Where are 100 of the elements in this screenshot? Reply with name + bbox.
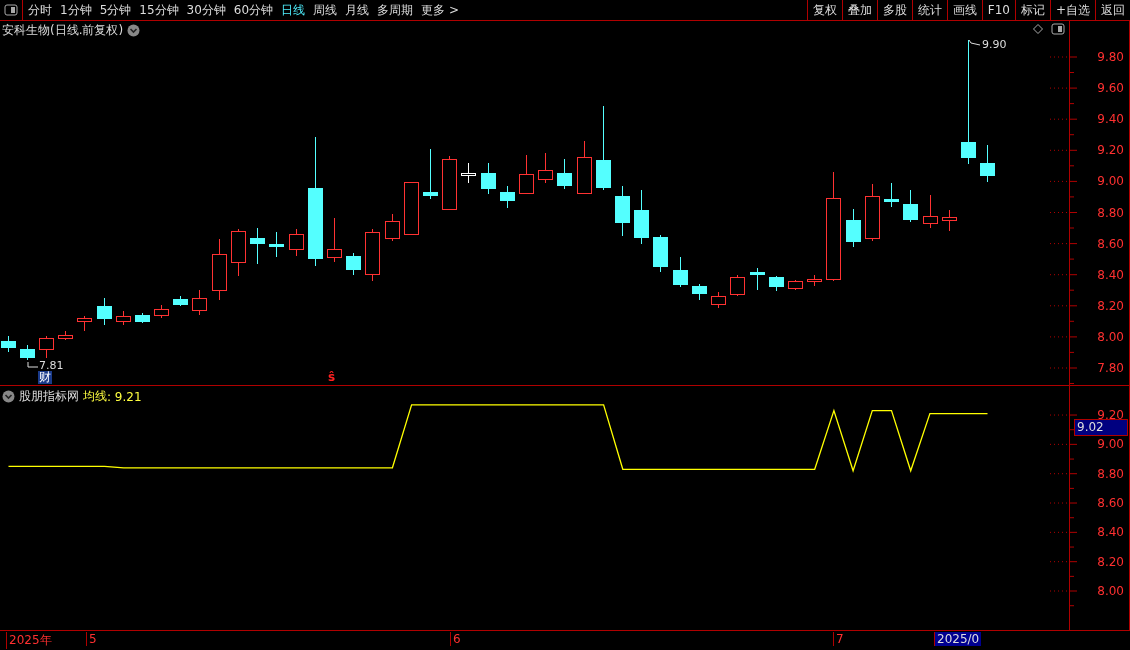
period-tab[interactable]: 分时 bbox=[25, 1, 55, 19]
period-tab[interactable]: 更多 > bbox=[418, 1, 462, 19]
candlestick bbox=[250, 227, 265, 265]
candlestick bbox=[365, 228, 380, 282]
candlestick bbox=[20, 344, 35, 361]
candlestick bbox=[231, 228, 246, 277]
axis-label: 8.80 bbox=[1097, 205, 1124, 220]
candlestick bbox=[692, 283, 707, 301]
axis-label: 8.20 bbox=[1097, 554, 1124, 569]
axis-label: 9.00 bbox=[1097, 174, 1124, 189]
toolbar-button[interactable]: 多股 bbox=[876, 0, 912, 20]
axis-label: 8.00 bbox=[1097, 329, 1124, 344]
axis-label: 8.00 bbox=[1097, 584, 1124, 598]
candlestick bbox=[116, 310, 131, 326]
series-name: 均线 bbox=[83, 388, 107, 405]
leader-line bbox=[968, 39, 981, 46]
candlestick bbox=[980, 144, 995, 183]
date-label: 2025年 bbox=[6, 632, 54, 649]
date-label: 2025/0 bbox=[934, 632, 982, 646]
leader-line bbox=[27, 361, 39, 368]
axis-label: 9.00 bbox=[1097, 437, 1124, 452]
panel-toggle-icon bbox=[4, 4, 18, 16]
date-label: 7 bbox=[833, 632, 846, 646]
candlestick bbox=[750, 267, 765, 291]
candlestick bbox=[788, 279, 803, 291]
axis-label: 9.40 bbox=[1097, 112, 1124, 127]
candlestick bbox=[192, 289, 207, 316]
candlestick bbox=[423, 148, 438, 200]
period-tab[interactable]: 15分钟 bbox=[136, 1, 182, 19]
period-tab[interactable]: 60分钟 bbox=[230, 1, 277, 19]
candlestick bbox=[442, 155, 457, 210]
date-label: 5 bbox=[86, 632, 99, 646]
candlestick bbox=[135, 312, 150, 324]
toolbar-button[interactable]: 统计 bbox=[911, 0, 947, 20]
period-tab[interactable]: 1分钟 bbox=[57, 1, 95, 19]
date-label: 6 bbox=[450, 632, 463, 646]
candlestick bbox=[519, 154, 534, 194]
candlestick bbox=[903, 189, 918, 223]
indicator-value: : 9.21 bbox=[107, 389, 142, 404]
candlestick bbox=[846, 208, 861, 248]
toolbar-button[interactable]: 画线 bbox=[946, 0, 982, 20]
candlestick bbox=[557, 158, 572, 190]
candlestick bbox=[653, 234, 668, 273]
candlestick bbox=[154, 304, 169, 319]
candlestick bbox=[711, 291, 726, 309]
period-tab[interactable]: 5分钟 bbox=[96, 1, 135, 19]
candlestick bbox=[58, 330, 73, 341]
toolbar-button[interactable]: 标记 bbox=[1014, 0, 1050, 20]
finance-marker[interactable]: 财 bbox=[38, 371, 52, 384]
candlestick bbox=[481, 162, 496, 195]
toolbar-button[interactable]: 复权 bbox=[806, 0, 842, 20]
candlestick bbox=[212, 238, 227, 301]
period-tab[interactable]: 30分钟 bbox=[183, 1, 229, 19]
price-label: 9.90 bbox=[982, 38, 1007, 51]
candlestick bbox=[884, 182, 899, 208]
chevron-down-icon bbox=[2, 390, 15, 403]
axis-label: 9.80 bbox=[1097, 50, 1124, 64]
candlestick bbox=[97, 297, 112, 326]
candlestick bbox=[1, 335, 16, 353]
candlestick bbox=[577, 140, 592, 194]
period-tab[interactable]: 月线 bbox=[342, 1, 373, 19]
axis-label: 7.80 bbox=[1097, 361, 1124, 375]
candlestick bbox=[538, 152, 553, 184]
price-label: 7.81 bbox=[39, 359, 64, 372]
axis-label: 9.20 bbox=[1097, 143, 1124, 158]
candlestick bbox=[269, 231, 284, 258]
toolbar-button[interactable]: 叠加 bbox=[841, 0, 877, 20]
candlestick bbox=[77, 315, 92, 332]
axis-label: 8.40 bbox=[1097, 267, 1124, 282]
candlestick bbox=[923, 194, 938, 229]
indicator-name: 股朋指标网 bbox=[19, 388, 79, 405]
candlestick bbox=[615, 185, 630, 237]
axis-label: 8.80 bbox=[1097, 466, 1124, 481]
period-tab[interactable]: 多周期 bbox=[374, 1, 417, 19]
candlestick bbox=[769, 275, 784, 292]
candlestick bbox=[730, 274, 745, 297]
toolbar-button[interactable]: 返回 bbox=[1095, 0, 1130, 20]
event-marker[interactable]: ŝ bbox=[328, 371, 336, 384]
toolbar-button[interactable]: +自选 bbox=[1049, 0, 1095, 20]
axis-label: 8.60 bbox=[1097, 496, 1124, 510]
axis-label: 9.60 bbox=[1097, 81, 1124, 96]
candlestick bbox=[500, 185, 515, 209]
period-tab[interactable]: 周线 bbox=[310, 1, 341, 19]
candlestick bbox=[673, 256, 688, 288]
axis-label: 8.20 bbox=[1097, 298, 1124, 313]
axis-label: 8.60 bbox=[1097, 236, 1124, 251]
value-badge: 9.02 bbox=[1074, 419, 1128, 436]
candlestick bbox=[346, 252, 361, 276]
chevron-down-icon bbox=[127, 24, 141, 37]
candlestick bbox=[39, 335, 54, 359]
candlestick bbox=[327, 217, 342, 263]
panel-toggle-icon bbox=[1051, 23, 1065, 35]
candlestick bbox=[942, 209, 957, 232]
candlestick bbox=[385, 213, 400, 242]
toolbar-button[interactable]: F10 bbox=[981, 0, 1015, 20]
candlestick bbox=[865, 183, 880, 242]
diamond-icon bbox=[1033, 24, 1043, 34]
candlestick bbox=[289, 228, 304, 257]
candlestick bbox=[634, 189, 649, 245]
period-tab[interactable]: 日线 bbox=[278, 1, 309, 19]
